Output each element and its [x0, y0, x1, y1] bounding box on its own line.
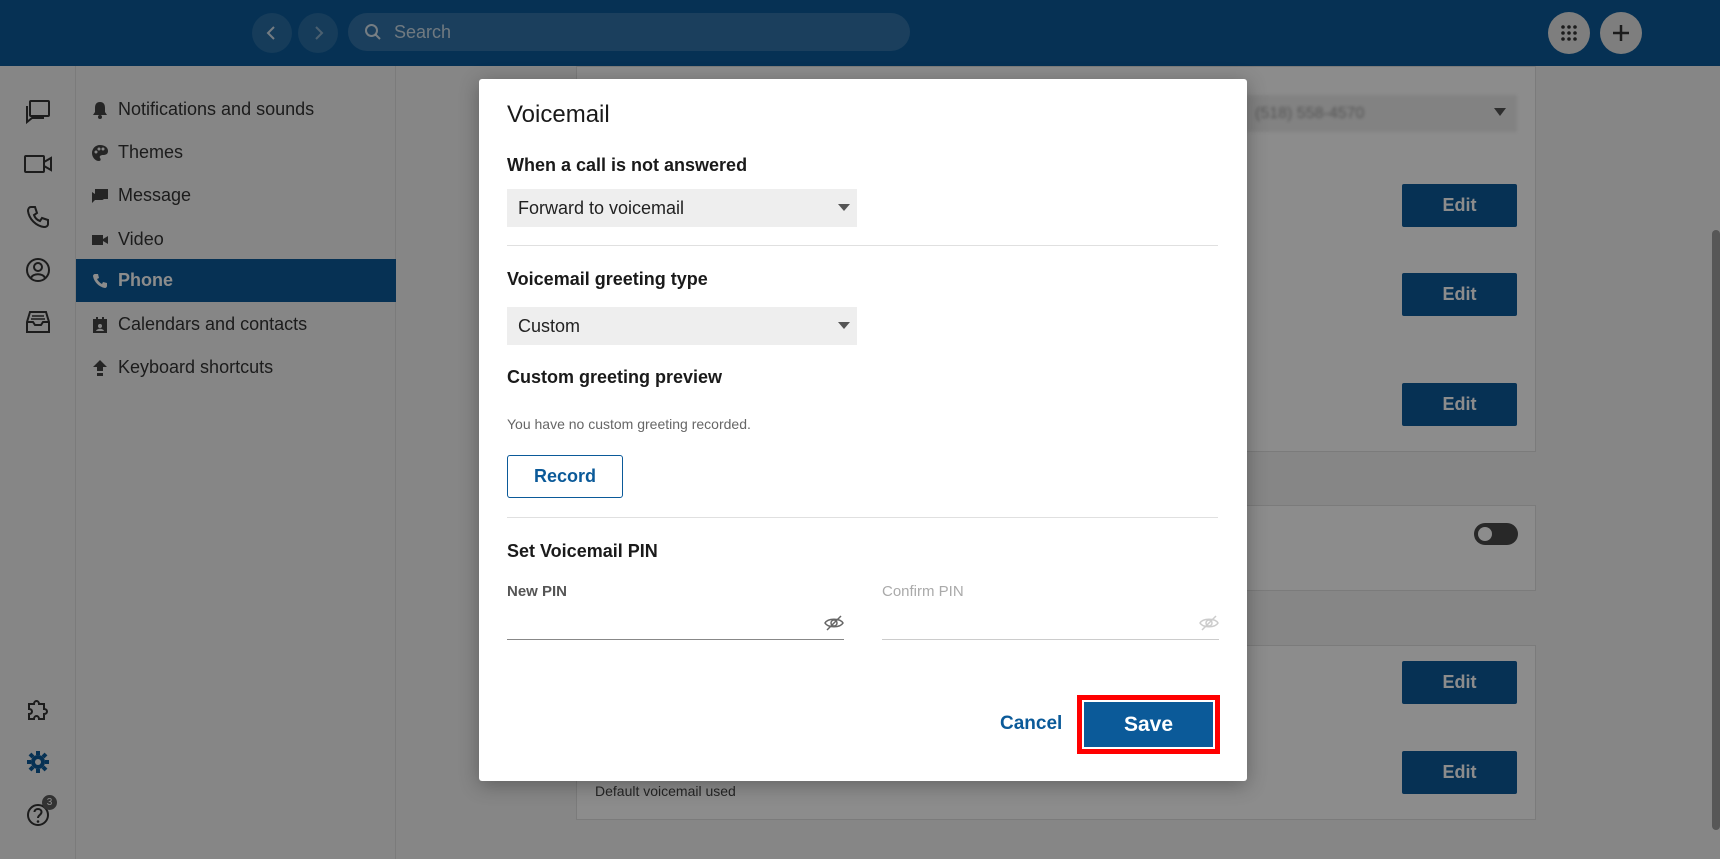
- pin-label: Set Voicemail PIN: [507, 541, 658, 561]
- dialog-title: Voicemail: [507, 101, 610, 128]
- eye-off-icon[interactable]: [824, 614, 844, 632]
- chevron-down-icon: [838, 204, 850, 211]
- save-button[interactable]: Save: [1084, 702, 1213, 747]
- greeting-preview-label: Custom greeting preview: [507, 367, 723, 387]
- greeting-type-select[interactable]: Custom: [507, 307, 857, 345]
- confirm-pin-field[interactable]: [882, 606, 1219, 640]
- confirm-pin-label: Confirm PIN: [882, 583, 964, 600]
- eye-off-icon[interactable]: [1199, 614, 1219, 632]
- new-pin-field[interactable]: [507, 606, 844, 640]
- greeting-type-value: Custom: [518, 315, 581, 336]
- cancel-button[interactable]: Cancel: [1000, 713, 1062, 735]
- record-button[interactable]: Record: [507, 455, 623, 498]
- unanswered-label: When a call is not answered: [507, 155, 748, 175]
- divider: [507, 245, 1218, 246]
- unanswered-select[interactable]: Forward to voicemail: [507, 189, 857, 227]
- divider: [507, 517, 1218, 518]
- voicemail-dialog: Voicemail When a call is not answered Fo…: [479, 79, 1247, 781]
- new-pin-label: New PIN: [507, 583, 568, 600]
- unanswered-value: Forward to voicemail: [518, 197, 685, 218]
- no-greeting-hint: You have no custom greeting recorded.: [507, 416, 751, 432]
- greeting-type-label: Voicemail greeting type: [507, 269, 708, 289]
- chevron-down-icon: [838, 322, 850, 329]
